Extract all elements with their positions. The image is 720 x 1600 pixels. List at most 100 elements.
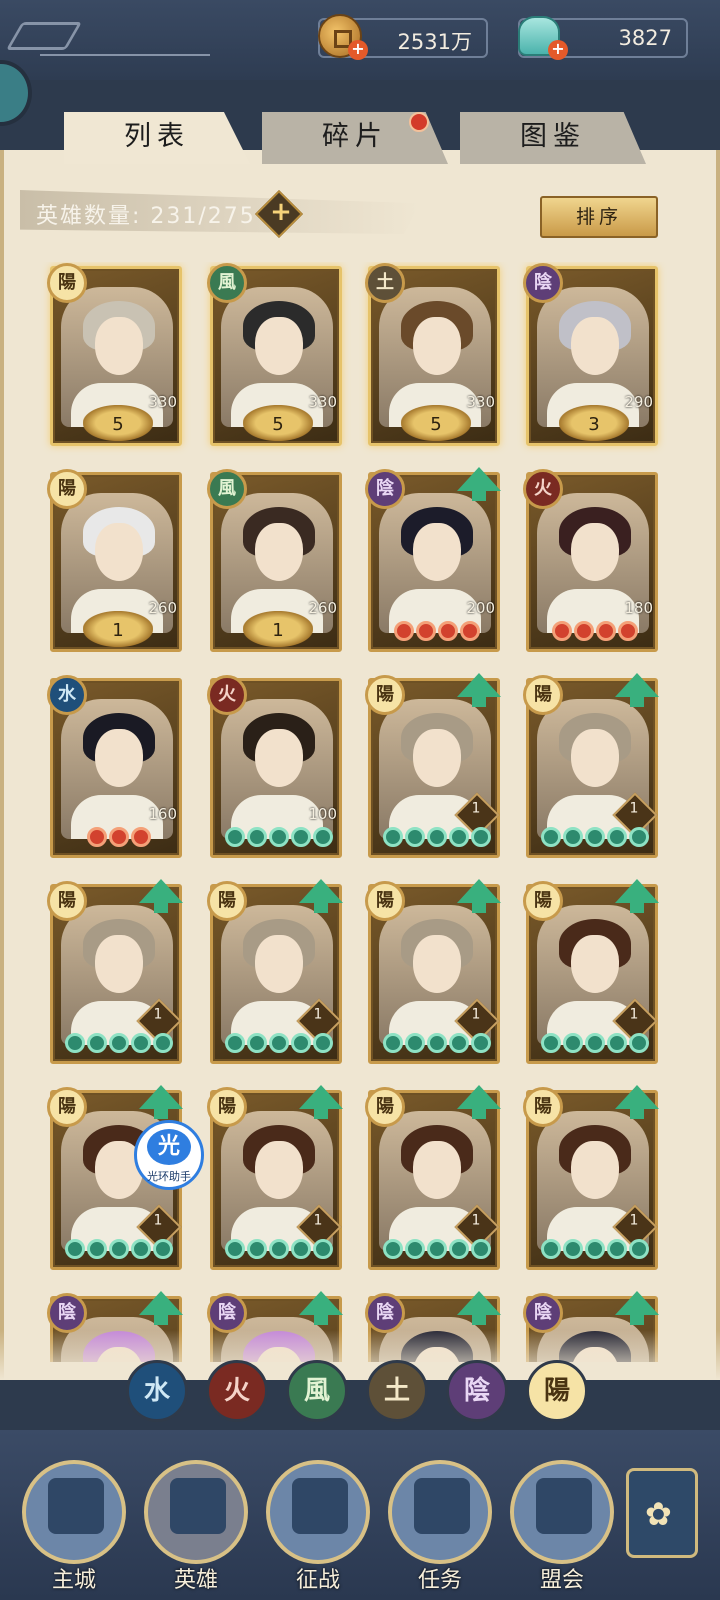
hero-card[interactable]: 陽1: [365, 1085, 501, 1270]
grade-gem-icon: [109, 1239, 129, 1259]
hero-card[interactable]: 風 1 260: [207, 469, 342, 652]
add-jade-button[interactable]: +: [548, 40, 568, 60]
hero-card[interactable]: 陽1: [523, 1085, 659, 1270]
element-yang-badge: 陽: [523, 1087, 563, 1127]
star-rank-badge: 5: [243, 405, 313, 441]
grade-gem-icon: [438, 621, 458, 641]
logo-divider: [40, 54, 210, 56]
hero-card[interactable]: 陰 200: [365, 467, 501, 652]
hero-card[interactable]: 水 160: [47, 675, 182, 858]
hero-level-value: 1: [629, 800, 639, 817]
filter-fire-button[interactable]: 火: [206, 1360, 268, 1422]
element-yang-badge: 陽: [47, 1087, 87, 1127]
grade-gem-icon: [471, 1033, 491, 1053]
hero-level-value: 1: [313, 1212, 323, 1229]
hero-card[interactable]: 火 100: [207, 675, 342, 858]
hero-card[interactable]: 陰 3 290: [523, 263, 658, 446]
hero-count-label: 英雄数量: 231/275: [36, 204, 256, 229]
grade-gem-icon: [574, 621, 594, 641]
star-rank-badge: 5: [401, 405, 471, 441]
hero-face: [255, 317, 303, 375]
upgrade-arrow-icon: [457, 673, 501, 707]
hero-card[interactable]: 陽1: [523, 673, 659, 858]
sort-button[interactable]: 排序: [540, 196, 658, 238]
menu-logo-icon[interactable]: [5, 22, 83, 50]
grade-gems: [217, 1033, 341, 1057]
nav-quests[interactable]: [388, 1460, 492, 1564]
nav-battle[interactable]: [266, 1460, 370, 1564]
grade-gem-icon: [394, 621, 414, 641]
star-rank-badge: 1: [83, 611, 153, 647]
more-menu-button[interactable]: ✿: [626, 1468, 698, 1558]
hero-card[interactable]: 土 5 330: [365, 263, 500, 446]
filter-earth-button[interactable]: 土: [366, 1360, 428, 1422]
overlay-helper-button[interactable]: 光 光环助手: [134, 1120, 204, 1190]
hero-face: [95, 729, 143, 787]
hero-face: [413, 1141, 461, 1199]
grade-gem-icon: [153, 1033, 173, 1053]
nav-guild[interactable]: [510, 1460, 614, 1564]
upgrade-arrow-icon: [615, 1085, 659, 1119]
upgrade-arrow-icon: [457, 1085, 501, 1119]
hero-card[interactable]: 風 5 330: [207, 263, 342, 446]
nav-heroes-label: 英雄: [173, 1568, 218, 1593]
upgrade-arrow-icon: [139, 1085, 183, 1119]
hero-card[interactable]: 陽1: [523, 879, 659, 1064]
tab-list[interactable]: 列表: [64, 112, 250, 164]
hero-level-value: 1: [313, 1006, 323, 1023]
hero-card[interactable]: 火 180: [523, 469, 658, 652]
element-water-badge: 水: [47, 675, 87, 715]
grade-gems: [217, 1239, 341, 1263]
hero-card[interactable]: 陽 1 260: [47, 469, 182, 652]
grade-gem-icon: [131, 1239, 151, 1259]
upgrade-arrow-icon: [615, 673, 659, 707]
tab-codex[interactable]: 图鉴: [460, 112, 646, 164]
grade-gem-icon: [269, 827, 289, 847]
hero-card[interactable]: 陽 5 330: [47, 263, 182, 446]
hero-face: [413, 523, 461, 581]
hero-card[interactable]: 陽1: [207, 1085, 343, 1270]
element-yin-badge: 陰: [365, 1293, 405, 1333]
grade-gem-icon: [585, 1239, 605, 1259]
grade-gem-icon: [87, 827, 107, 847]
element-earth-badge: 土: [365, 263, 405, 303]
grade-gem-icon: [247, 827, 267, 847]
filter-wind-button[interactable]: 風: [286, 1360, 348, 1422]
filter-yin-button[interactable]: 陰: [446, 1360, 508, 1422]
hero-card[interactable]: 陽1: [207, 879, 343, 1064]
castle-icon: [48, 1478, 104, 1534]
guild-icon: [536, 1478, 592, 1534]
grade-gem-icon: [629, 827, 649, 847]
nav-main-city[interactable]: [22, 1460, 126, 1564]
grade-gem-icon: [291, 1239, 311, 1259]
hero-face: [95, 935, 143, 993]
upgrade-arrow-icon: [615, 1291, 659, 1325]
upgrade-arrow-icon: [139, 879, 183, 913]
top-bar: + 2531万 + 3827: [0, 0, 720, 80]
hero-card[interactable]: 陽1: [365, 673, 501, 858]
nav-heroes[interactable]: [144, 1460, 248, 1564]
grade-gem-icon: [131, 1033, 151, 1053]
hero-card[interactable]: 陽1: [365, 879, 501, 1064]
filter-yang-button[interactable]: 陽: [526, 1360, 588, 1422]
grade-gem-icon: [585, 1033, 605, 1053]
grade-gem-icon: [607, 1239, 627, 1259]
grade-gem-icon: [471, 1239, 491, 1259]
grade-gems: [375, 621, 499, 645]
grade-gem-icon: [427, 827, 447, 847]
hero-power-value: 260: [148, 599, 177, 617]
hero-face: [413, 317, 461, 375]
upgrade-arrow-icon: [299, 1085, 343, 1119]
grade-gem-icon: [405, 1033, 425, 1053]
grade-gem-icon: [460, 621, 480, 641]
add-coins-button[interactable]: +: [348, 40, 368, 60]
element-yang-badge: 陽: [47, 263, 87, 303]
element-filter-bar: 水 火 風 土 陰 陽: [0, 1360, 720, 1424]
grade-gem-icon: [269, 1239, 289, 1259]
star-rank-badge: 1: [243, 611, 313, 647]
upgrade-arrow-icon: [457, 467, 501, 501]
filter-water-button[interactable]: 水: [126, 1360, 188, 1422]
hero-card[interactable]: 陽1: [47, 879, 183, 1064]
grade-gem-icon: [247, 1033, 267, 1053]
grade-gem-icon: [629, 1033, 649, 1053]
